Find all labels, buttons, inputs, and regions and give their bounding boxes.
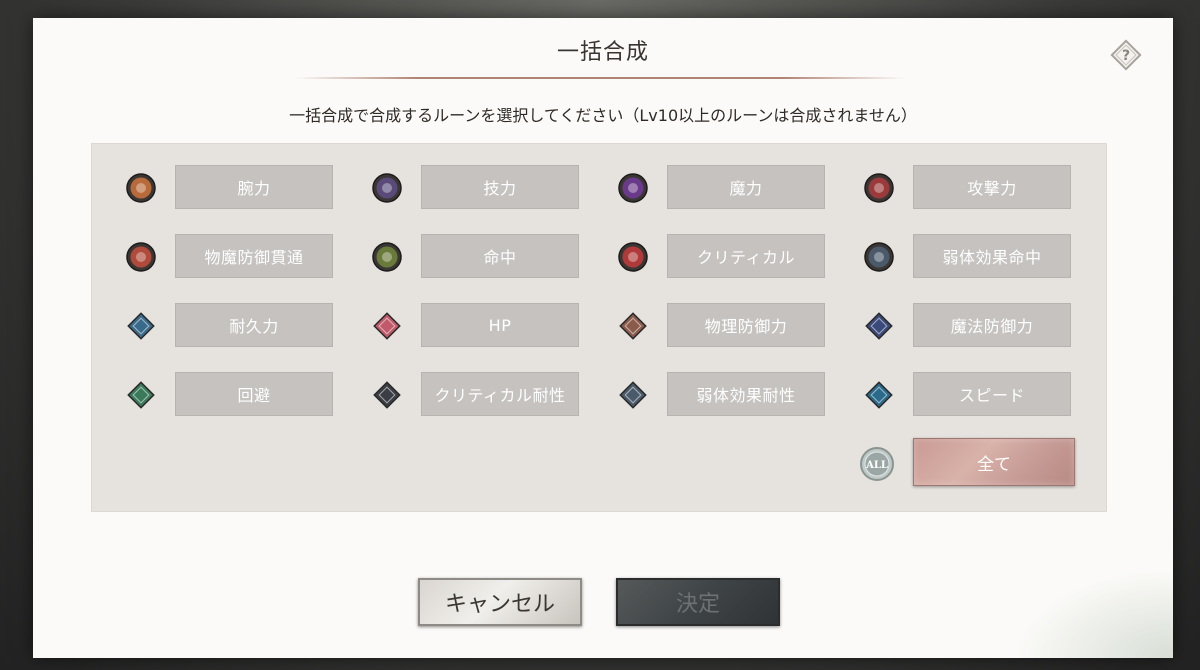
instruction-text: 一括合成で合成するルーンを選択してください（Lv10以上のルーンは合成されません… xyxy=(289,106,917,125)
rune-option[interactable]: クリティカル耐性 xyxy=(371,372,621,418)
rune-option-button[interactable]: 回避 xyxy=(175,372,333,416)
rune-option-button[interactable]: クリティカル xyxy=(667,234,825,278)
rune-option-button[interactable]: HP xyxy=(421,303,579,347)
guard-rune-icon xyxy=(371,379,403,411)
fist-rune-icon xyxy=(125,172,157,204)
rune-option-button[interactable]: 命中 xyxy=(421,234,579,278)
pierce-rune-icon xyxy=(125,241,157,273)
rune-option[interactable]: HP xyxy=(371,303,621,349)
title-divider xyxy=(295,77,905,79)
rune-option[interactable]: 弱体効果命中 xyxy=(863,234,1113,280)
rune-option[interactable]: スピード xyxy=(863,372,1113,418)
rune-option-button[interactable]: 攻撃力 xyxy=(913,165,1071,209)
bulk-synthesis-dialog: 一括合成 ? 一括合成で合成するルーンを選択してください（Lv10以上のルーンは… xyxy=(33,18,1173,658)
svg-text:?: ? xyxy=(1122,48,1130,64)
rune-option-button[interactable]: スピード xyxy=(913,372,1071,416)
rune-grid: 腕力 技力 魔力 攻撃力物魔防御貫通 命中 クリティカル 弱体効果命中耐久力 HP 物理防御力 魔… xyxy=(125,165,1075,465)
sword-rune-icon xyxy=(863,172,895,204)
rune-option-button[interactable]: 腕力 xyxy=(175,165,333,209)
rune-option-button[interactable]: 魔法防御力 xyxy=(913,303,1071,347)
burst-rune-icon xyxy=(617,241,649,273)
cross-shield-rune-icon xyxy=(617,379,649,411)
skull-rune-icon xyxy=(863,241,895,273)
cancel-button[interactable]: キャンセル xyxy=(418,578,582,626)
rune-selection-panel: 腕力 技力 魔力 攻撃力物魔防御貫通 命中 クリティカル 弱体効果命中耐久力 HP 物理防御力 魔… xyxy=(91,143,1107,512)
svg-text:ALL: ALL xyxy=(865,460,888,471)
rune-option[interactable]: クリティカル xyxy=(617,234,867,280)
select-all-button[interactable]: 全て xyxy=(913,438,1075,486)
target-rune-icon xyxy=(371,241,403,273)
rune-option[interactable]: 攻撃力 xyxy=(863,165,1113,211)
rune-option[interactable]: 耐久力 xyxy=(125,303,375,349)
rune-option-button[interactable]: 技力 xyxy=(421,165,579,209)
rune-option-button[interactable]: 耐久力 xyxy=(175,303,333,347)
armor-rune-icon xyxy=(125,310,157,342)
all-rune-icon: ALL xyxy=(859,446,895,482)
rune-option-button[interactable]: クリティカル耐性 xyxy=(421,372,579,416)
dialog-title: 一括合成 xyxy=(556,40,649,65)
winged-boot-rune-icon xyxy=(863,379,895,411)
rune-option[interactable]: 魔法防御力 xyxy=(863,303,1113,349)
help-icon: ? xyxy=(1110,39,1142,71)
rune-option[interactable]: 回避 xyxy=(125,372,375,418)
rune-option-button[interactable]: 弱体効果命中 xyxy=(913,234,1071,278)
help-button[interactable]: ? xyxy=(1107,36,1145,74)
rune-option[interactable]: 弱体効果耐性 xyxy=(617,372,867,418)
rune-option[interactable]: 物魔防御貫通 xyxy=(125,234,375,280)
rune-option-button[interactable]: 弱体効果耐性 xyxy=(667,372,825,416)
rune-option[interactable]: 命中 xyxy=(371,234,621,280)
rune-option-button[interactable]: 物魔防御貫通 xyxy=(175,234,333,278)
wind-rune-icon xyxy=(125,379,157,411)
rune-option[interactable]: 技力 xyxy=(371,165,621,211)
wizard-hat-rune-icon xyxy=(863,310,895,342)
shield-rune-icon xyxy=(617,310,649,342)
swirl-rune-icon xyxy=(617,172,649,204)
rune-option[interactable]: 魔力 xyxy=(617,165,867,211)
rune-option[interactable]: 物理防御力 xyxy=(617,303,867,349)
shield-emblem-rune-icon xyxy=(371,172,403,204)
select-all-row: ALL 全て xyxy=(859,438,1079,488)
rune-option-button[interactable]: 物理防御力 xyxy=(667,303,825,347)
rune-option-button[interactable]: 魔力 xyxy=(667,165,825,209)
heart-rune-icon xyxy=(371,310,403,342)
rune-option[interactable]: 腕力 xyxy=(125,165,375,211)
confirm-button[interactable]: 決定 xyxy=(616,578,780,626)
